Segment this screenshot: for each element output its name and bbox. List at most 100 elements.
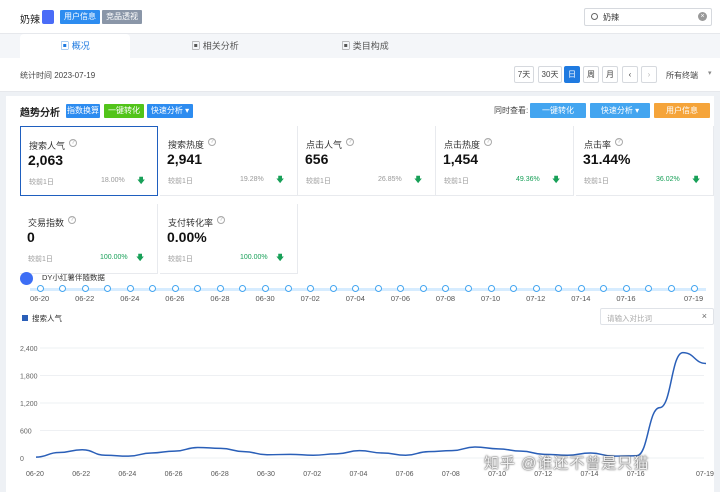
metric-change: 49.36% bbox=[516, 176, 540, 183]
compare-input-placeholder: 请输入对比词 bbox=[607, 314, 652, 323]
clear-icon[interactable]: × bbox=[698, 12, 707, 21]
sync-convert-button[interactable]: 一键转化 bbox=[530, 103, 586, 118]
help-icon[interactable]: ? bbox=[69, 139, 77, 147]
metric-compare-label: 较前1日 bbox=[29, 179, 54, 186]
quick-convert-button[interactable]: 一键转化 bbox=[104, 104, 144, 118]
metric-change: 19.28% bbox=[240, 176, 264, 183]
down-arrow-icon: 🡇 bbox=[136, 253, 145, 262]
metric-value: 1,454 bbox=[443, 151, 479, 167]
sync-label: 同时查看: bbox=[494, 106, 529, 115]
legend-swatch bbox=[22, 315, 28, 321]
metric-compare-label: 较前1日 bbox=[28, 256, 53, 263]
metric-card[interactable]: 搜索热度? 2,941 较前1日 19.28% 🡇 bbox=[160, 126, 298, 196]
help-icon[interactable]: ? bbox=[484, 138, 492, 146]
help-icon[interactable]: ? bbox=[208, 138, 216, 146]
user-info-tag[interactable]: 用户信息 bbox=[60, 10, 100, 24]
timeline-dot[interactable] bbox=[171, 285, 179, 292]
metric-compare-label: 较前1日 bbox=[584, 178, 609, 185]
timeline-dot[interactable] bbox=[59, 285, 67, 292]
timeline-label: 07-04 bbox=[345, 294, 365, 303]
index-convert-button[interactable]: 指数换算 bbox=[66, 104, 100, 118]
metric-label: 点击人气 bbox=[306, 140, 343, 150]
metric-label: 交易指数 bbox=[28, 218, 65, 228]
tab-category[interactable]: ▣ 类目构成 bbox=[310, 34, 420, 58]
range-week[interactable]: 周 bbox=[583, 66, 599, 83]
metric-card[interactable]: 点击率? 31.44% 较前1日 36.02% 🡇 bbox=[576, 126, 714, 196]
brand-logo-icon bbox=[42, 10, 54, 24]
timeline-label: 06-24 bbox=[120, 294, 140, 303]
category-icon: ▣ bbox=[341, 41, 353, 51]
metric-card[interactable]: 支付转化率? 0.00% 较前1日 100.00% 🡇 bbox=[160, 204, 298, 274]
metric-change: 26.85% bbox=[378, 176, 402, 183]
timeline-dot[interactable] bbox=[577, 285, 585, 292]
timeline-dot[interactable] bbox=[36, 285, 44, 292]
search-box[interactable]: 奶辣 × bbox=[584, 8, 712, 26]
metric-label: 点击率 bbox=[584, 140, 612, 150]
metric-label: 点击热度 bbox=[444, 140, 481, 150]
timeline-dot[interactable] bbox=[374, 285, 382, 292]
timeline-dot[interactable] bbox=[126, 285, 134, 292]
down-arrow-icon: 🡇 bbox=[414, 175, 423, 184]
timeline-label: 06-26 bbox=[165, 294, 185, 303]
prev-arrow-icon[interactable]: ‹ bbox=[622, 66, 638, 83]
timeline-label: 07-08 bbox=[435, 294, 456, 303]
metric-value: 0 bbox=[27, 229, 35, 245]
timeline-label: 07-10 bbox=[481, 294, 501, 303]
metric-label: 搜索热度 bbox=[168, 140, 205, 150]
timeline-label: 07-16 bbox=[616, 294, 636, 303]
range-day[interactable]: 日 bbox=[564, 66, 580, 83]
metric-change: 36.02% bbox=[656, 176, 680, 183]
search-input[interactable]: 奶辣 bbox=[603, 12, 619, 23]
timeline-label: 06-20 bbox=[30, 294, 50, 303]
next-arrow-icon[interactable]: › bbox=[641, 66, 657, 83]
terminal-select[interactable]: 所有终端 bbox=[666, 70, 698, 81]
top-bar: 奶辣 用户信息 竞品透视 奶辣 × bbox=[0, 0, 720, 34]
timeline-label: 07-06 bbox=[390, 294, 410, 303]
metric-card[interactable]: 搜索人气? 2,063 较前1日 18.00% 🡇 bbox=[20, 126, 158, 196]
metric-card[interactable]: 点击人气? 656 较前1日 26.85% 🡇 bbox=[298, 126, 436, 196]
timeline-dot[interactable] bbox=[690, 285, 698, 292]
competitor-tag[interactable]: 竞品透视 bbox=[102, 10, 142, 24]
metric-compare-label: 较前1日 bbox=[168, 178, 193, 185]
timeline-dot[interactable] bbox=[81, 285, 89, 292]
metric-change: 100.00% bbox=[240, 254, 268, 261]
range-month[interactable]: 月 bbox=[602, 66, 618, 83]
timeline-dot[interactable] bbox=[464, 285, 472, 292]
timeline-dot[interactable] bbox=[284, 285, 292, 292]
metric-value: 0.00% bbox=[167, 229, 207, 245]
quick-analysis-button[interactable]: 快速分析 ▾ bbox=[147, 104, 193, 118]
timeline-label: 06-22 bbox=[75, 294, 95, 303]
overview-icon: ▣ bbox=[60, 41, 72, 51]
range-30d[interactable]: 30天 bbox=[538, 66, 562, 83]
help-icon[interactable]: ? bbox=[68, 216, 76, 224]
help-icon[interactable]: ? bbox=[346, 138, 354, 146]
timeline-dot[interactable] bbox=[216, 285, 224, 292]
trend-title: 趋势分析 bbox=[20, 108, 60, 119]
tab-overview[interactable]: ▣ 概况 bbox=[20, 34, 130, 58]
timeline-dot[interactable] bbox=[532, 285, 540, 292]
metric-label: 搜索人气 bbox=[29, 141, 66, 151]
legend-label: 搜索人气 bbox=[32, 314, 62, 323]
stat-time: 统计时间 2023-07-19 bbox=[20, 71, 96, 80]
close-icon[interactable]: × bbox=[702, 311, 707, 321]
range-7d[interactable]: 7天 bbox=[514, 66, 534, 83]
chevron-down-icon[interactable]: ▾ bbox=[708, 69, 712, 77]
compare-input[interactable]: 请输入对比词 × bbox=[600, 308, 714, 325]
help-icon[interactable]: ? bbox=[615, 138, 623, 146]
chevron-down-icon: ▾ bbox=[635, 106, 640, 115]
timeline-dot[interactable] bbox=[262, 285, 270, 292]
down-arrow-icon: 🡇 bbox=[692, 175, 701, 184]
metric-card[interactable]: 交易指数? 0 较前1日 100.00% 🡇 bbox=[20, 204, 158, 274]
help-icon[interactable]: ? bbox=[217, 216, 225, 224]
timeline-dot[interactable] bbox=[329, 285, 337, 292]
sync-analysis-button[interactable]: 快速分析 ▾ bbox=[590, 103, 650, 118]
metric-value: 656 bbox=[305, 151, 329, 167]
metric-label: 支付转化率 bbox=[168, 218, 214, 228]
timeline-dot[interactable] bbox=[622, 285, 630, 292]
timeline-dot[interactable] bbox=[419, 285, 427, 292]
timeline-dot[interactable] bbox=[487, 285, 495, 292]
tab-related-analysis[interactable]: ▣ 相关分析 bbox=[160, 34, 270, 58]
metric-card[interactable]: 点击热度? 1,454 较前1日 49.36% 🡇 bbox=[436, 126, 574, 196]
sync-user-info-button[interactable]: 用户信息 bbox=[654, 103, 710, 118]
timeline-dot[interactable] bbox=[667, 285, 675, 292]
